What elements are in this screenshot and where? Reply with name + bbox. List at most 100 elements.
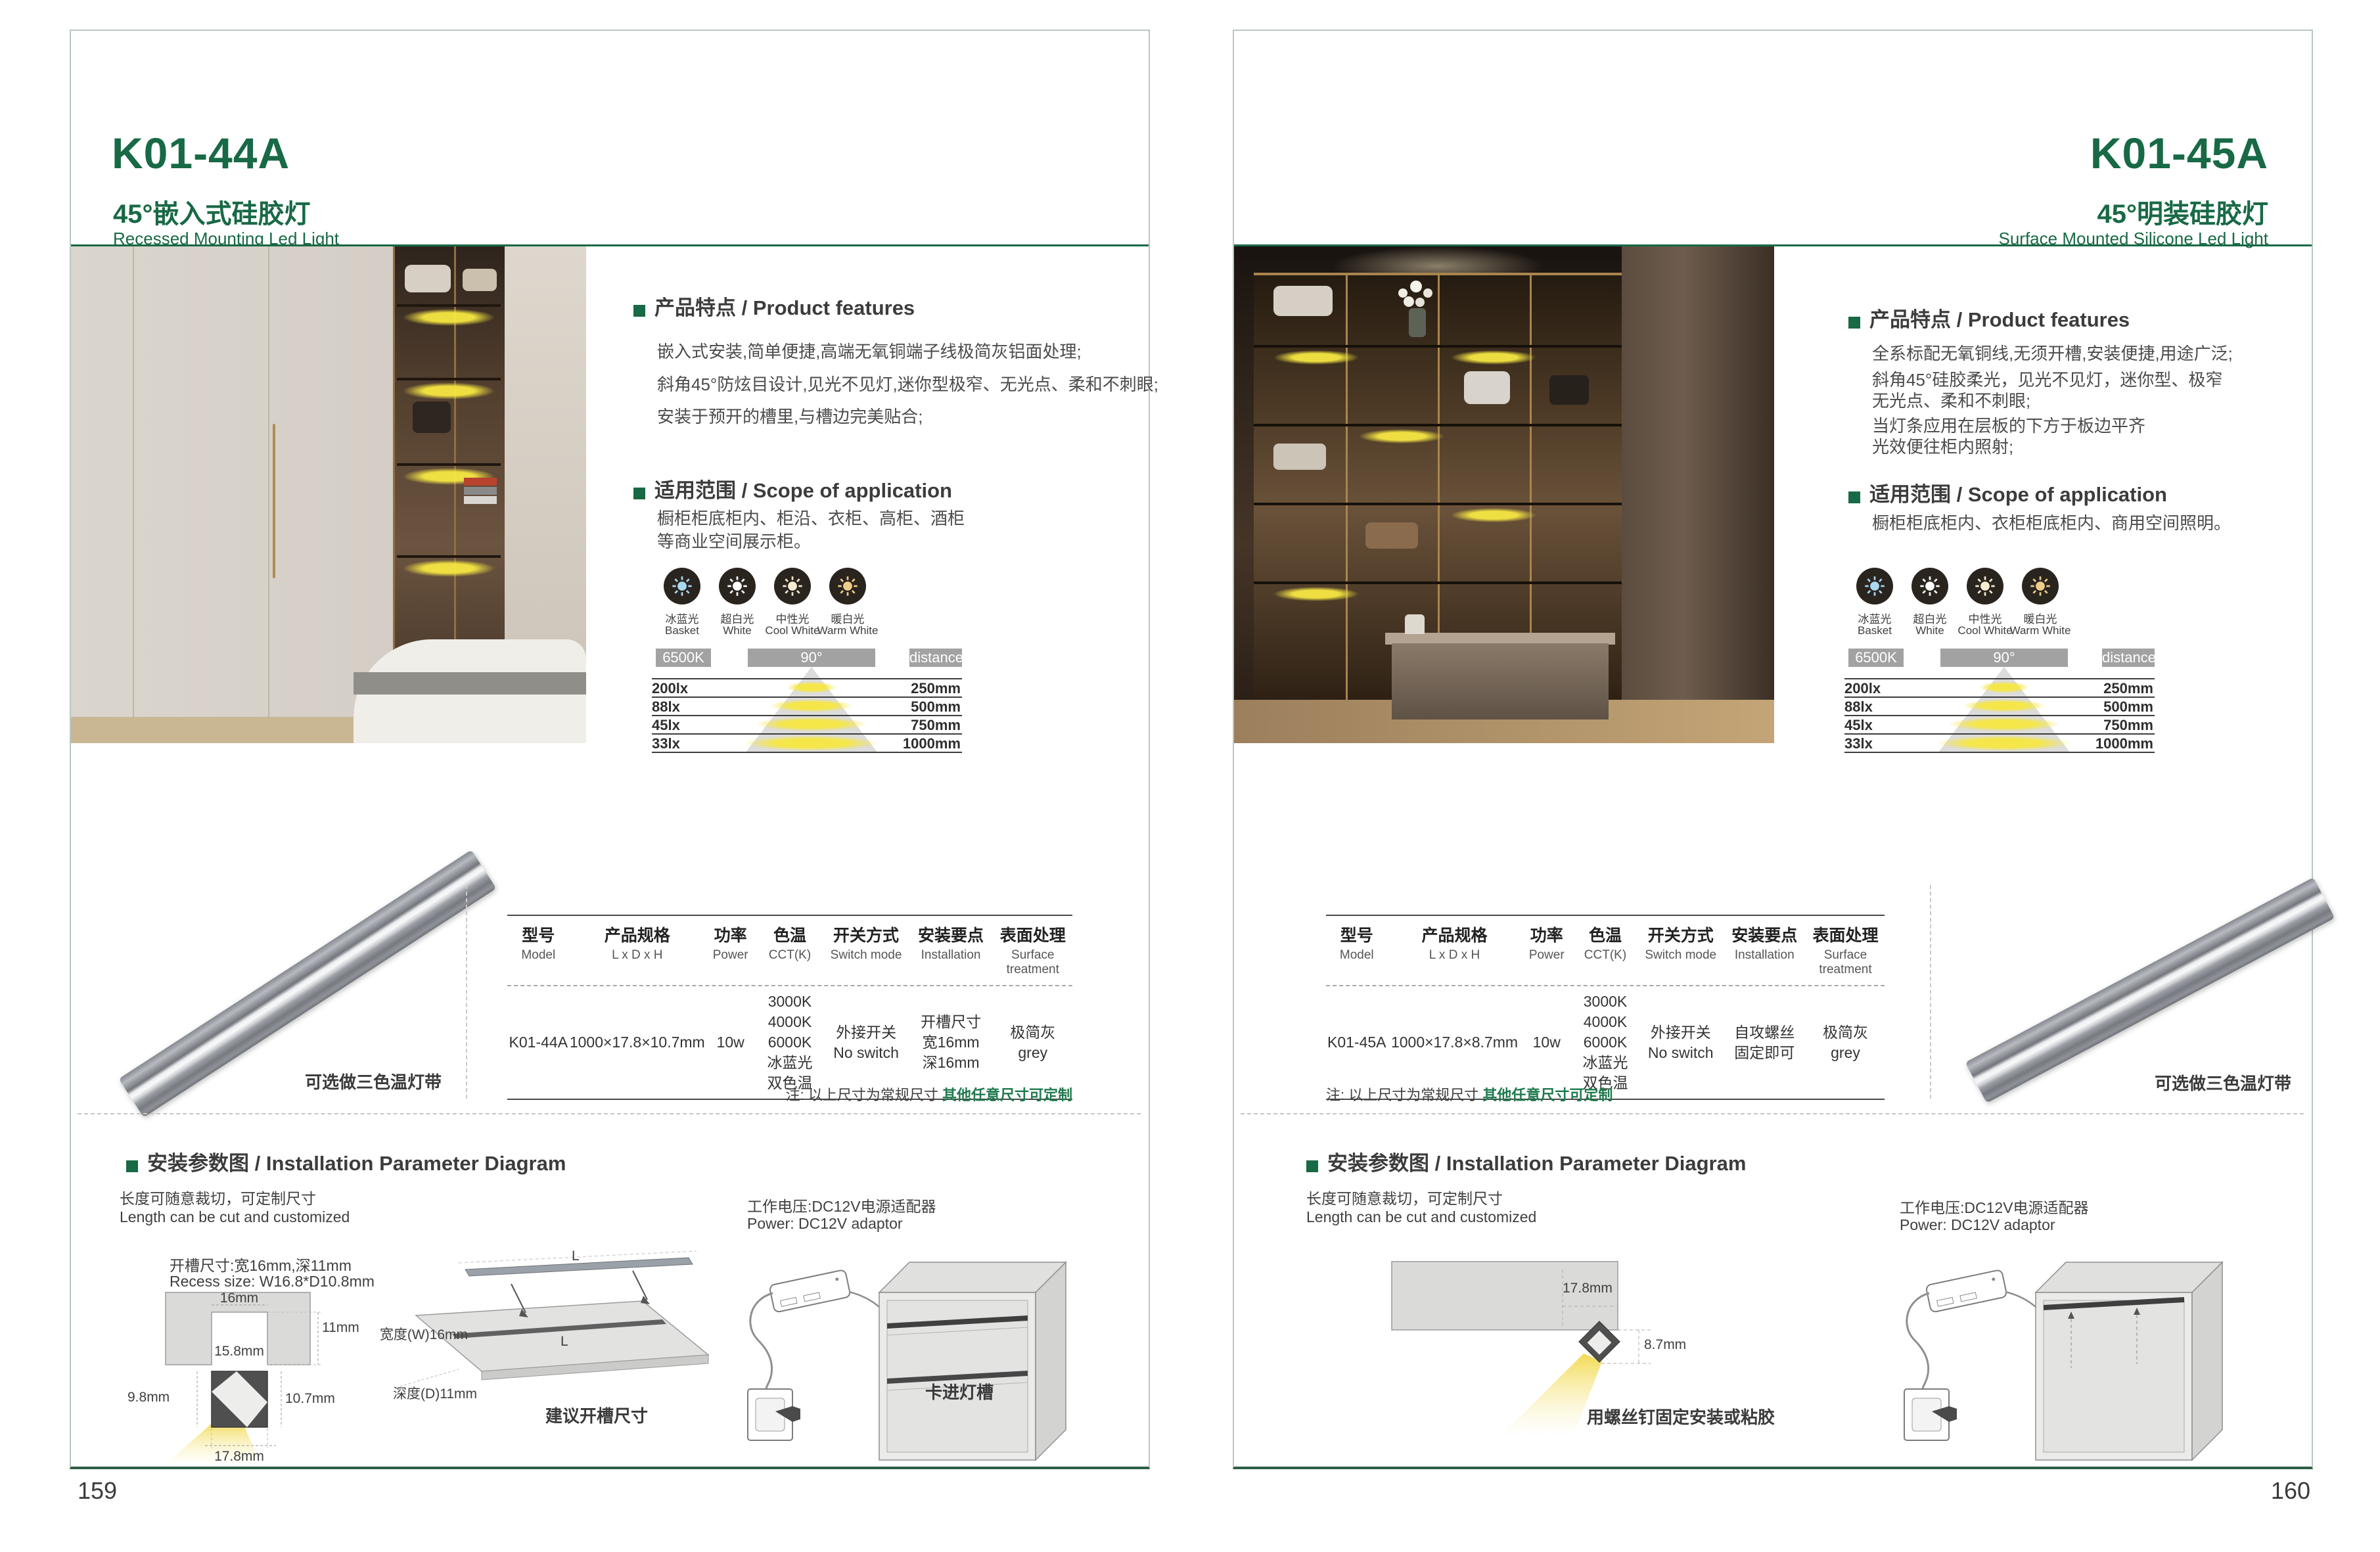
photo-detail-shelf bbox=[397, 463, 501, 466]
col-header-en: Surface treatment bbox=[1806, 948, 1885, 977]
photo-detail-flower bbox=[1410, 281, 1422, 292]
light-color-icon-warmwhite bbox=[829, 568, 866, 605]
col-header-cn: 功率 bbox=[705, 923, 756, 946]
adaptor-cabinet-diagram bbox=[1894, 1237, 2288, 1496]
scope-heading-text: 适用范围 / Scope of application bbox=[1869, 483, 2167, 506]
dim-11mm: 11mm bbox=[322, 1320, 359, 1336]
photo-detail-clothes bbox=[464, 478, 497, 486]
beam-ellipse bbox=[1979, 681, 2029, 693]
photo-detail-light bbox=[1451, 508, 1536, 522]
cell-switch: 外接开关No switch bbox=[1639, 1017, 1723, 1068]
length-note-cn: 长度可随意裁切，可定制尺寸 bbox=[120, 1186, 316, 1208]
groove-width-label: 宽度(W)16mm bbox=[356, 1324, 468, 1344]
photo-detail-shelf bbox=[1254, 345, 1622, 348]
lux-value: 200lx bbox=[1844, 680, 1881, 697]
light-color-icon-coolwhite bbox=[774, 568, 811, 605]
features-heading-text: 产品特点 / Product features bbox=[1869, 308, 2130, 331]
install-section-heading: 安装参数图 / Installation Parameter Diagram bbox=[1306, 1147, 1746, 1176]
photo-detail-clothes bbox=[464, 487, 497, 495]
col-header-cn: 开关方式 bbox=[1639, 923, 1723, 946]
cell-cct: 3000K4000K6000K冰蓝光双色温 bbox=[756, 986, 823, 1099]
recess-size-cn: 开槽尺寸:宽16mm,深11mm bbox=[170, 1253, 352, 1275]
feature-line: 无光点、柔和不刺眼; bbox=[1872, 388, 2030, 412]
photo-detail-bag bbox=[1549, 375, 1589, 405]
lux-value: 88lx bbox=[1844, 698, 1873, 716]
power-note-en: Power: DC12V adaptor bbox=[1900, 1216, 2055, 1234]
photo-detail bbox=[133, 246, 134, 743]
cell-size: 1000×17.8×10.7mm bbox=[570, 1027, 705, 1058]
photo-detail-vase bbox=[1405, 614, 1425, 634]
sun-icon bbox=[670, 574, 694, 598]
features-section-heading: 产品特点 / Product features bbox=[633, 291, 915, 321]
product-title-cn: 45°嵌入式硅胶灯 bbox=[113, 193, 311, 231]
col-header-en: Installation bbox=[909, 948, 994, 963]
beam-ellipse bbox=[1948, 717, 2060, 731]
photo-detail-item bbox=[1365, 522, 1418, 549]
cell-cct: 3000K4000K6000K冰蓝光双色温 bbox=[1572, 986, 1639, 1099]
dim-15.8mm: 15.8mm bbox=[210, 1344, 269, 1359]
cell-model: K01-44A bbox=[507, 1027, 570, 1058]
col-header-cn: 色温 bbox=[756, 923, 823, 946]
scope-heading-text: 适用范围 / Scope of application bbox=[654, 479, 952, 502]
beam-distance-chart: 6500K 90° distance 200lx 88lx 45lx 33lx … bbox=[1844, 649, 2155, 760]
photo-detail-handle bbox=[273, 424, 275, 578]
photo-detail-blanket bbox=[354, 672, 586, 695]
strip-caption: 可选做三色温灯带 bbox=[2141, 1070, 2305, 1095]
install-heading-text: 安装参数图 / Installation Parameter Diagram bbox=[147, 1152, 566, 1175]
angle-bar: 90° bbox=[1940, 649, 2068, 667]
page-right: K01-45A 45°明装硅胶灯 Surface Mounted Silicon… bbox=[1233, 30, 2313, 1469]
beam-ellipse bbox=[787, 681, 836, 693]
photo-detail-light bbox=[1273, 587, 1359, 601]
section-bullet bbox=[1848, 491, 1860, 503]
col-header-cn: 表面处理 bbox=[994, 923, 1072, 946]
col-header-cn: 色温 bbox=[1572, 923, 1639, 946]
col-header-en: Model bbox=[1326, 948, 1388, 963]
photo-detail-item bbox=[1273, 444, 1326, 470]
spec-table-header: 型号Model 产品规格L x D x H 功率Power 色温CCT(K) 开… bbox=[507, 915, 1072, 986]
cct-bar: 6500K bbox=[656, 649, 711, 667]
col-header-cn: 型号 bbox=[507, 923, 570, 946]
col-header-en: L x D x H bbox=[570, 948, 705, 963]
power-note-cn: 工作电压:DC12V电源适配器 bbox=[1900, 1195, 2089, 1218]
strip-caption: 可选做三色温灯带 bbox=[294, 1069, 452, 1093]
cell-surface: 极简灰grey bbox=[1806, 1017, 1885, 1068]
chart-line bbox=[1844, 678, 2155, 679]
col-header-cn: 开关方式 bbox=[824, 923, 909, 946]
features-heading-text: 产品特点 / Product features bbox=[654, 296, 915, 319]
light-color-icon-iceblue bbox=[1856, 568, 1893, 605]
dim-17.8mm: 17.8mm bbox=[1563, 1281, 1613, 1296]
distance-value: 250mm bbox=[2103, 680, 2153, 697]
install-section-heading: 安装参数图 / Installation Parameter Diagram bbox=[126, 1147, 566, 1176]
col-header-en: Power bbox=[705, 948, 756, 963]
col-header-cn: 表面处理 bbox=[1806, 923, 1885, 946]
features-section-heading: 产品特点 / Product features bbox=[1848, 303, 2130, 332]
distance-value: 750mm bbox=[2103, 717, 2153, 734]
section-bullet bbox=[633, 488, 645, 499]
photo-detail-flower bbox=[1415, 298, 1425, 307]
sun-icon bbox=[1863, 574, 1887, 598]
col-header-cn: 产品规格 bbox=[570, 923, 705, 946]
photo-detail bbox=[268, 246, 269, 743]
scope-section-heading: 适用范围 / Scope of application bbox=[1848, 478, 2167, 507]
col-header-en: Switch mode bbox=[1639, 948, 1723, 963]
photo-detail-flower bbox=[1404, 296, 1414, 307]
length-note-en: Length can be cut and customized bbox=[1306, 1208, 1536, 1226]
size-note: 注: 以上尺寸为常规尺寸 其他任意尺寸可定制 bbox=[1326, 1084, 1613, 1105]
cell-surface: 极简灰grey bbox=[994, 1017, 1072, 1068]
sun-icon bbox=[836, 574, 859, 598]
cell-power: 10w bbox=[1522, 1027, 1572, 1058]
distance-value: 500mm bbox=[2103, 698, 2153, 716]
cell-install: 自攻螺丝固定即可 bbox=[1723, 1017, 1807, 1068]
photo-detail-shelf bbox=[1254, 582, 1622, 584]
spec-table: 型号Model 产品规格L x D x H 功率Power 色温CCT(K) 开… bbox=[1326, 915, 1885, 1100]
light-color-icon-iceblue bbox=[664, 568, 700, 605]
col-header-en: Power bbox=[1522, 948, 1572, 963]
aluminum-profile-image bbox=[1965, 877, 2335, 1103]
dim-17.8mm: 17.8mm bbox=[210, 1449, 269, 1465]
photo-detail-shelf bbox=[397, 555, 501, 558]
lux-value: 45lx bbox=[652, 717, 680, 734]
light-color-icon-coolwhite bbox=[1967, 568, 2003, 605]
light-color-icon-white bbox=[719, 568, 756, 605]
spec-table-header: 型号Model 产品规格L x D x H 功率Power 色温CCT(K) 开… bbox=[1326, 915, 1885, 986]
lux-value: 33lx bbox=[652, 735, 680, 752]
